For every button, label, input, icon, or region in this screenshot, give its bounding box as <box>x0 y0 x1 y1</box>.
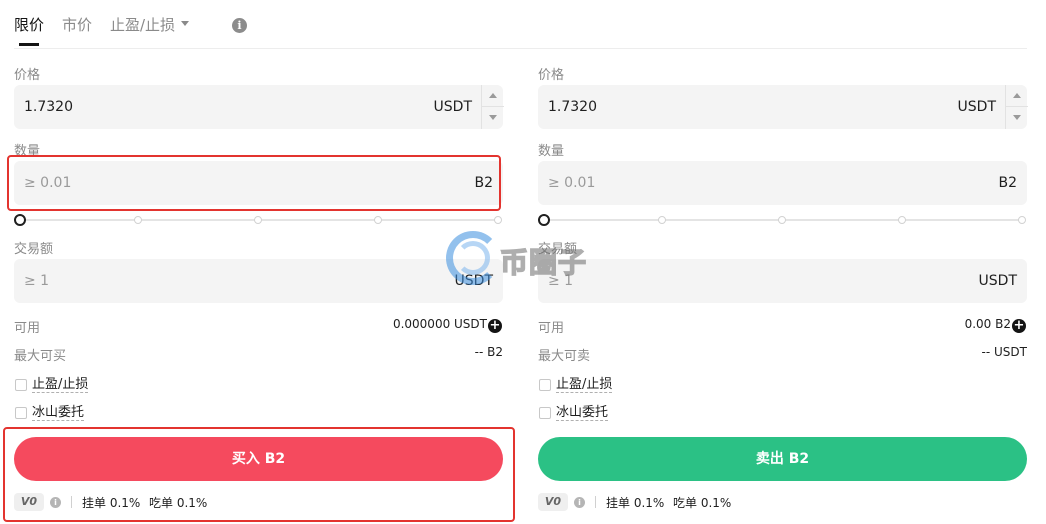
slider-step-100[interactable] <box>494 216 502 224</box>
amount-label: 数量 <box>538 144 565 159</box>
buy-price-value: 1.7320 <box>24 99 73 115</box>
slider-step-25[interactable] <box>134 216 142 224</box>
taker-fee: 吃单 0.1% <box>149 496 208 510</box>
checkbox-icon[interactable] <box>539 407 551 419</box>
sell-button[interactable]: 卖出 B2 <box>538 437 1027 481</box>
slider-handle[interactable] <box>538 214 550 226</box>
vip-level-badge: V0 <box>14 493 44 511</box>
sell-total-unit: USDT <box>978 273 1017 289</box>
slider-step-75[interactable] <box>374 216 382 224</box>
sell-panel: 价格 1.7320 USDT 数量 ≥ 0.01 B2 交易额 ≥ 1 USDT… <box>538 0 1028 524</box>
tpsl-option-label[interactable]: 止盈/止损 <box>32 378 89 393</box>
iceberg-option-label[interactable]: 冰山委托 <box>556 406 609 421</box>
sell-iceberg-checkbox[interactable]: 冰山委托 <box>538 406 738 422</box>
logo-ring-inner-icon <box>456 241 490 275</box>
slider-handle[interactable] <box>14 214 26 226</box>
buy-tpsl-checkbox[interactable]: 止盈/止损 <box>14 378 214 394</box>
slider-step-50[interactable] <box>778 216 786 224</box>
vip-level-badge: V0 <box>538 493 568 511</box>
iceberg-option-label[interactable]: 冰山委托 <box>32 406 85 421</box>
available-label: 可用 <box>14 321 41 336</box>
price-label: 价格 <box>14 68 41 83</box>
chevron-down-icon[interactable] <box>1006 107 1028 129</box>
max-buy-label: 最大可买 <box>14 349 67 364</box>
divider <box>595 496 596 508</box>
sell-available-row: 可用 0.00 B2 + <box>538 317 1027 336</box>
sell-amount-input[interactable]: ≥ 0.01 B2 <box>538 161 1027 205</box>
tpsl-option-label[interactable]: 止盈/止损 <box>556 378 613 393</box>
buy-price-unit: USDT <box>433 99 472 115</box>
total-label: 交易额 <box>14 242 54 257</box>
chevron-down-icon[interactable] <box>482 107 504 129</box>
sell-tpsl-checkbox[interactable]: 止盈/止损 <box>538 378 738 394</box>
add-funds-icon[interactable]: + <box>488 319 502 333</box>
maker-fee: 挂单 0.1% <box>606 496 665 510</box>
buy-amount-slider[interactable] <box>14 214 503 226</box>
sell-total-input[interactable]: ≥ 1 USDT <box>538 259 1027 303</box>
watermark-text: 币圈子 <box>499 245 588 280</box>
buy-fee-row: V0 i 挂单 0.1% 吃单 0.1% <box>14 493 503 511</box>
sell-available-value: 0.00 B2 <box>964 317 1011 331</box>
max-sell-label: 最大可卖 <box>538 349 591 364</box>
sell-price-input[interactable]: 1.7320 USDT <box>538 85 1028 129</box>
buy-max-row: 最大可买 -- B2 <box>14 345 503 364</box>
taker-fee: 吃单 0.1% <box>673 496 732 510</box>
buy-amount-unit: B2 <box>474 175 493 191</box>
buy-price-stepper[interactable] <box>481 85 504 129</box>
buy-available-value: 0.000000 USDT <box>392 317 487 331</box>
buy-total-input[interactable]: ≥ 1 USDT <box>14 259 503 303</box>
slider-step-100[interactable] <box>1018 216 1026 224</box>
buy-button[interactable]: 买入 B2 <box>14 437 503 481</box>
max-buy-value: -- B2 <box>474 345 503 359</box>
available-label: 可用 <box>538 321 565 336</box>
sell-price-unit: USDT <box>957 99 996 115</box>
sell-fee-row: V0 i 挂单 0.1% 吃单 0.1% <box>538 493 1027 511</box>
divider <box>71 496 72 508</box>
checkbox-icon[interactable] <box>15 379 27 391</box>
chevron-up-icon[interactable] <box>482 85 504 107</box>
buy-amount-placeholder: ≥ 0.01 <box>24 175 72 191</box>
maker-fee: 挂单 0.1% <box>82 496 141 510</box>
info-icon[interactable]: i <box>574 497 585 508</box>
chevron-up-icon[interactable] <box>1006 85 1028 107</box>
checkbox-icon[interactable] <box>539 379 551 391</box>
sell-price-value: 1.7320 <box>548 99 597 115</box>
sell-amount-unit: B2 <box>998 175 1017 191</box>
buy-amount-input[interactable]: ≥ 0.01 B2 <box>14 161 503 205</box>
price-label: 价格 <box>538 68 565 83</box>
watermark-logo: 币圈子 <box>446 231 598 291</box>
buy-panel: 价格 1.7320 USDT 数量 ≥ 0.01 B2 交易额 ≥ 1 USDT… <box>14 0 504 524</box>
slider-step-75[interactable] <box>898 216 906 224</box>
buy-iceberg-checkbox[interactable]: 冰山委托 <box>14 406 214 422</box>
amount-label: 数量 <box>14 144 41 159</box>
sell-amount-placeholder: ≥ 0.01 <box>548 175 596 191</box>
info-icon[interactable]: i <box>50 497 61 508</box>
add-funds-icon[interactable]: + <box>1012 319 1026 333</box>
buy-available-row: 可用 0.000000 USDT + <box>14 317 503 336</box>
slider-step-50[interactable] <box>254 216 262 224</box>
checkbox-icon[interactable] <box>15 407 27 419</box>
max-sell-value: -- USDT <box>981 345 1027 359</box>
slider-step-25[interactable] <box>658 216 666 224</box>
sell-max-row: 最大可卖 -- USDT <box>538 345 1027 364</box>
sell-price-stepper[interactable] <box>1005 85 1028 129</box>
buy-price-input[interactable]: 1.7320 USDT <box>14 85 504 129</box>
sell-amount-slider[interactable] <box>538 214 1027 226</box>
buy-total-placeholder: ≥ 1 <box>24 273 50 289</box>
